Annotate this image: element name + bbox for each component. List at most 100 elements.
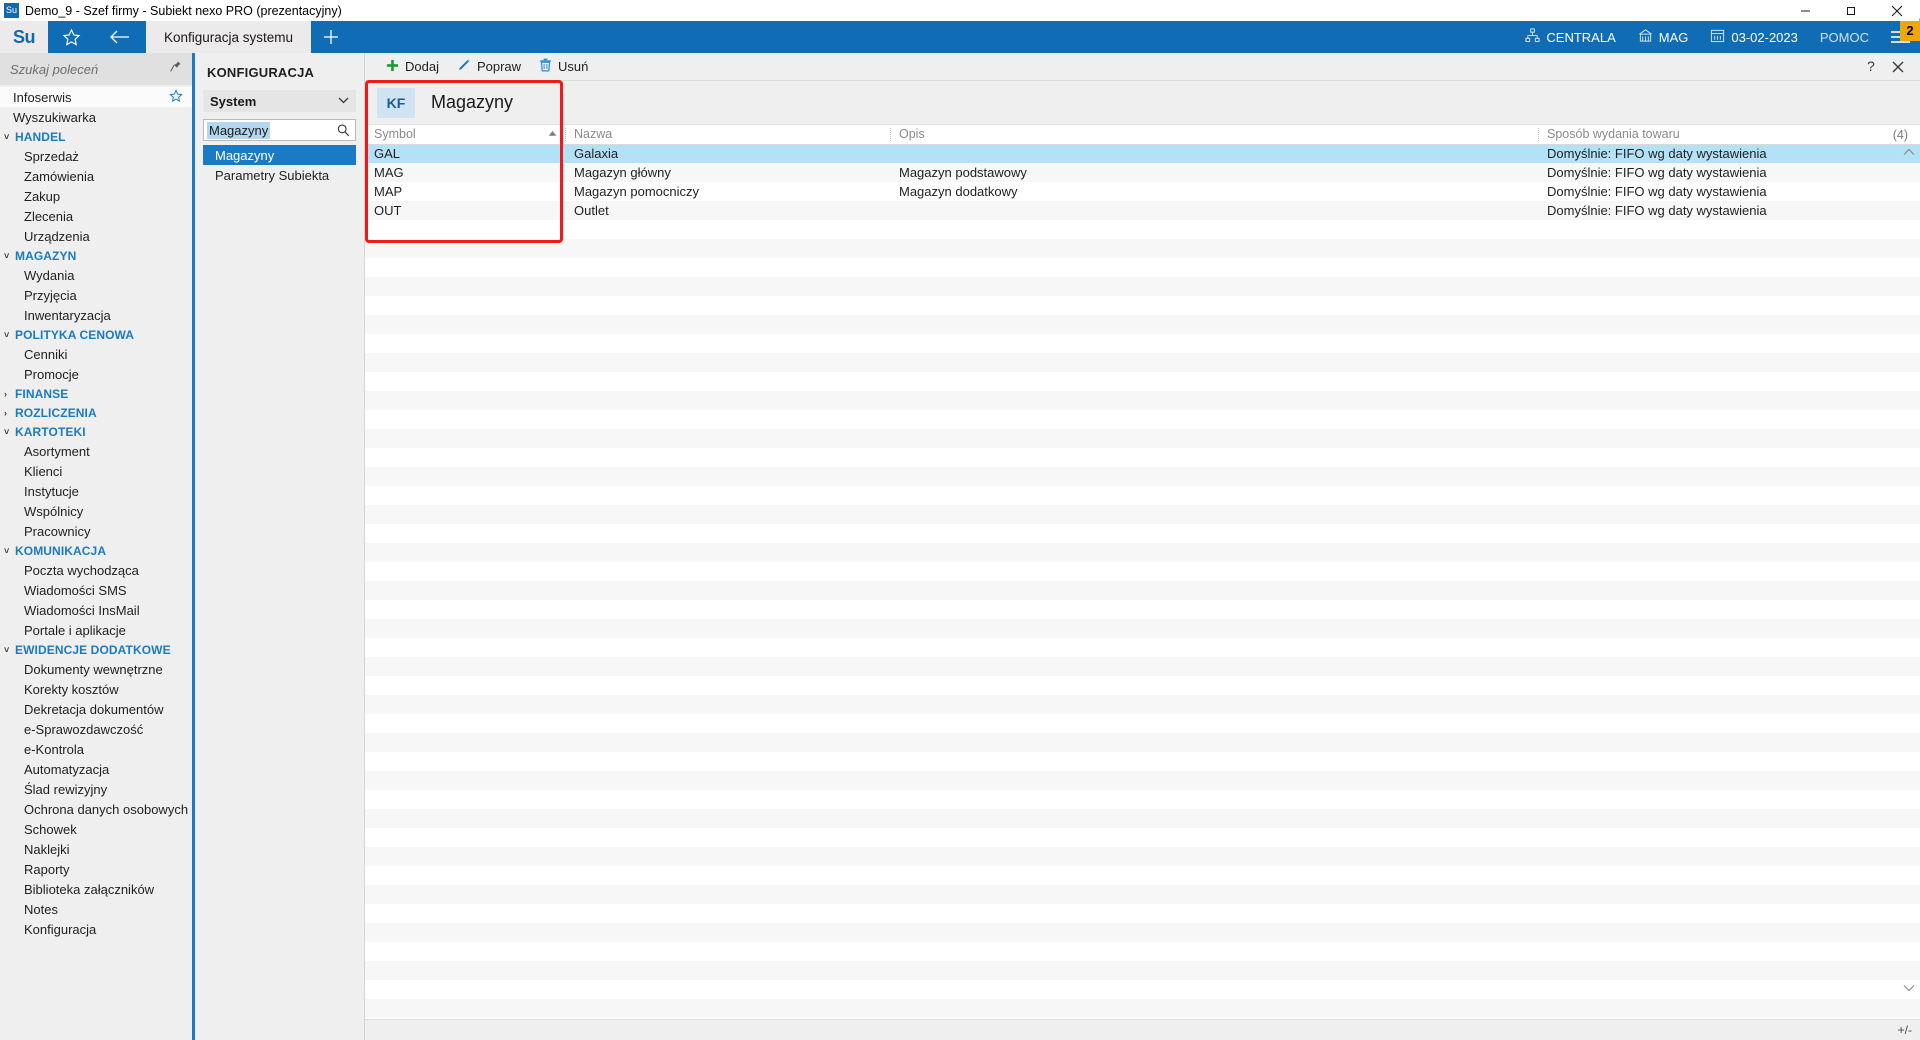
sidebar-item-ochrona-danych-osobowych[interactable]: Ochrona danych osobowych xyxy=(0,799,192,819)
sidebar-item-inwentaryzacja[interactable]: Inwentaryzacja xyxy=(0,305,192,325)
sidebar-item-wyszukiwarka[interactable]: Wyszukiwarka xyxy=(0,107,192,127)
command-search-bar[interactable]: Szukaj poleceń xyxy=(0,53,192,85)
table-row[interactable]: OUT Outlet Domyślnie: FIFO wg daty wystawi… xyxy=(365,201,1920,220)
edit-button[interactable]: Popraw xyxy=(448,55,530,79)
sidebar-item-raporty[interactable]: Raporty xyxy=(0,859,192,879)
sidebar-item-wspólnicy[interactable]: Wspólnicy xyxy=(0,501,192,521)
ribbon-item-mag[interactable]: MAG xyxy=(1627,21,1700,53)
delete-button[interactable]: Usuń xyxy=(530,55,597,79)
calendar-icon xyxy=(1710,28,1725,46)
question-mark-icon[interactable]: ? xyxy=(1856,54,1884,80)
minimize-button[interactable] xyxy=(1782,0,1828,21)
nav-group-handel[interactable]: ˅ HANDEL xyxy=(0,127,192,146)
sidebar-item-asortyment[interactable]: Asortyment xyxy=(0,441,192,461)
nav-group-polityka-cenowa[interactable]: ˅ POLITYKA CENOWA xyxy=(0,325,192,344)
sidebar-item-dokumenty-wewnętrzne[interactable]: Dokumenty wewnętrzne xyxy=(0,659,192,679)
sidebar-item-urządzenia[interactable]: Urządzenia xyxy=(0,226,192,246)
sidebar-item-poczta-wychodząca[interactable]: Poczta wychodząca xyxy=(0,560,192,580)
app-body: Szukaj poleceń Infoserwis Wyszukiwarka ˅ HA… xyxy=(0,53,1920,1040)
column-header-opis[interactable]: Opis xyxy=(890,125,1538,145)
star-icon[interactable] xyxy=(48,21,94,53)
app-logo[interactable]: Su PRO xyxy=(0,19,1920,53)
table-row[interactable]: MAP Magazyn pomocniczy Magazyn dodatkowy Do… xyxy=(365,182,1920,201)
sidebar-item-wiadomości-insmail[interactable]: Wiadomości InsMail xyxy=(0,600,192,620)
sidebar-item-korekty-kosztów[interactable]: Korekty kosztów xyxy=(0,679,192,699)
sidebar-item-przyjęcia[interactable]: Przyjęcia xyxy=(0,285,192,305)
sidebar-item-automatyzacja[interactable]: Automatyzacja xyxy=(0,759,192,779)
nav-group-rozliczenia[interactable]: › ROZLICZENIA xyxy=(0,403,192,422)
empty-row xyxy=(365,600,1920,619)
column-header-sposob-wydania[interactable]: Sposób wydania towaru xyxy=(1538,125,1920,145)
sidebar-item-zlecenia[interactable]: Zlecenia xyxy=(0,206,192,226)
config-scope-select[interactable]: System xyxy=(203,90,356,112)
nav-group-finanse[interactable]: › FINANSE xyxy=(0,384,192,403)
empty-row xyxy=(365,562,1920,581)
pin-icon[interactable] xyxy=(169,60,182,78)
maximize-button[interactable] xyxy=(1828,0,1874,21)
close-button[interactable] xyxy=(1874,0,1920,21)
sidebar-item-label: Przyjęcia xyxy=(24,287,77,303)
sidebar-item-zamówienia[interactable]: Zamówienia xyxy=(0,166,192,186)
sidebar-item-portale-i-aplikacje[interactable]: Portale i aplikacje xyxy=(0,620,192,640)
sidebar-item-instytucje[interactable]: Instytucje xyxy=(0,481,192,501)
expand-collapse-toggle[interactable]: +/- xyxy=(1898,1023,1912,1037)
hamburger-menu-icon[interactable]: 2 xyxy=(1880,21,1920,53)
sidebar-item-notes[interactable]: Notes xyxy=(0,899,192,919)
config-tree-item-parametry-subiekta[interactable]: Parametry Subiekta xyxy=(203,165,356,185)
sidebar-item-pracownicy[interactable]: Pracownicy xyxy=(0,521,192,541)
pencil-icon xyxy=(457,58,471,75)
table-row[interactable]: GAL Galaxia Domyślnie: FIFO wg daty wystaw… xyxy=(365,144,1920,163)
sidebar-item-wydania[interactable]: Wydania xyxy=(0,265,192,285)
sidebar-item-biblioteka-załączników[interactable]: Biblioteka załączników xyxy=(0,879,192,899)
favorite-star-icon[interactable] xyxy=(169,88,183,106)
tab-konfiguracja-systemu[interactable]: Konfiguracja systemu xyxy=(146,21,312,53)
table-row[interactable]: MAG Magazyn główny Magazyn podstawowy Domyś… xyxy=(365,163,1920,182)
sidebar-item-infoserwis[interactable]: Infoserwis xyxy=(0,87,192,107)
close-icon[interactable] xyxy=(1884,54,1912,80)
ribbon-item-centrala[interactable]: CENTRALA xyxy=(1514,21,1626,53)
magnifier-icon[interactable] xyxy=(336,123,351,138)
sidebar-item-promocje[interactable]: Promocje xyxy=(0,364,192,384)
sidebar-item-e-kontrola[interactable]: e-Kontrola xyxy=(0,739,192,759)
ribbon-item-label: POMOC xyxy=(1819,29,1869,45)
nav-group-ewidencje-dodatkowe[interactable]: ˅ EWIDENCJE DODATKOWE xyxy=(0,640,192,659)
column-label: Opis xyxy=(899,127,925,142)
add-button[interactable]: Dodaj xyxy=(377,55,448,79)
cell-symbol: OUT xyxy=(365,201,565,220)
sidebar-item-klienci[interactable]: Klienci xyxy=(0,461,192,481)
nav-group-kartoteki[interactable]: ˅ KARTOTEKI xyxy=(0,422,192,441)
sidebar-item-zakup[interactable]: Zakup xyxy=(0,186,192,206)
ribbon-item-pomoc[interactable]: POMOC xyxy=(1809,21,1880,53)
sidebar-item-label: Ślad rewizyjny xyxy=(24,781,108,797)
sidebar-item-naklejki[interactable]: Naklejki xyxy=(0,839,192,859)
column-header-nazwa[interactable]: Nazwa xyxy=(565,125,890,145)
ribbon-item-date[interactable]: 03-02-2023 xyxy=(1699,21,1809,53)
empty-grid-rows xyxy=(365,220,1920,1019)
chevron-up-icon[interactable] xyxy=(1903,147,1915,159)
cell-symbol: MAG xyxy=(365,163,565,182)
empty-row xyxy=(365,771,1920,790)
sidebar-item-ślad-rewizyjny[interactable]: Ślad rewizyjny xyxy=(0,779,192,799)
sidebar-item-dekretacja-dokumentów[interactable]: Dekretacja dokumentów xyxy=(0,699,192,719)
config-tree-item-magazyny[interactable]: Magazyny xyxy=(203,145,356,165)
config-search-input[interactable]: Magazyny xyxy=(203,119,356,141)
column-header-symbol[interactable]: Symbol xyxy=(365,125,565,145)
empty-row xyxy=(365,467,1920,486)
chevron-down-icon: ˅ xyxy=(4,545,10,556)
nav-group-magazyn[interactable]: ˅ MAGAZYN xyxy=(0,246,192,265)
magazyny-table: Symbol Nazwa Opis Sposób wydania towaru … xyxy=(365,125,1920,220)
chevron-down-icon: ˅ xyxy=(4,426,10,437)
sidebar-item-e-sprawozdawczość[interactable]: e-Sprawozdawczość xyxy=(0,719,192,739)
back-arrow-icon[interactable] xyxy=(94,21,146,53)
sidebar-item-sprzedaż[interactable]: Sprzedaż xyxy=(0,146,192,166)
empty-row xyxy=(365,980,1920,999)
sidebar-item-label: Urządzenia xyxy=(24,228,90,244)
sidebar-item-schowek[interactable]: Schowek xyxy=(0,819,192,839)
new-tab-button[interactable] xyxy=(311,21,351,53)
sidebar-item-wiadomości-sms[interactable]: Wiadomości SMS xyxy=(0,580,192,600)
sidebar-item-konfiguracja[interactable]: Konfiguracja xyxy=(0,919,192,939)
nav-group-label: MAGAZYN xyxy=(15,248,77,263)
nav-group-komunikacja[interactable]: ˅ KOMUNIKACJA xyxy=(0,541,192,560)
sidebar-item-cenniki[interactable]: Cenniki xyxy=(0,344,192,364)
chevron-down-icon[interactable] xyxy=(1903,983,1915,995)
